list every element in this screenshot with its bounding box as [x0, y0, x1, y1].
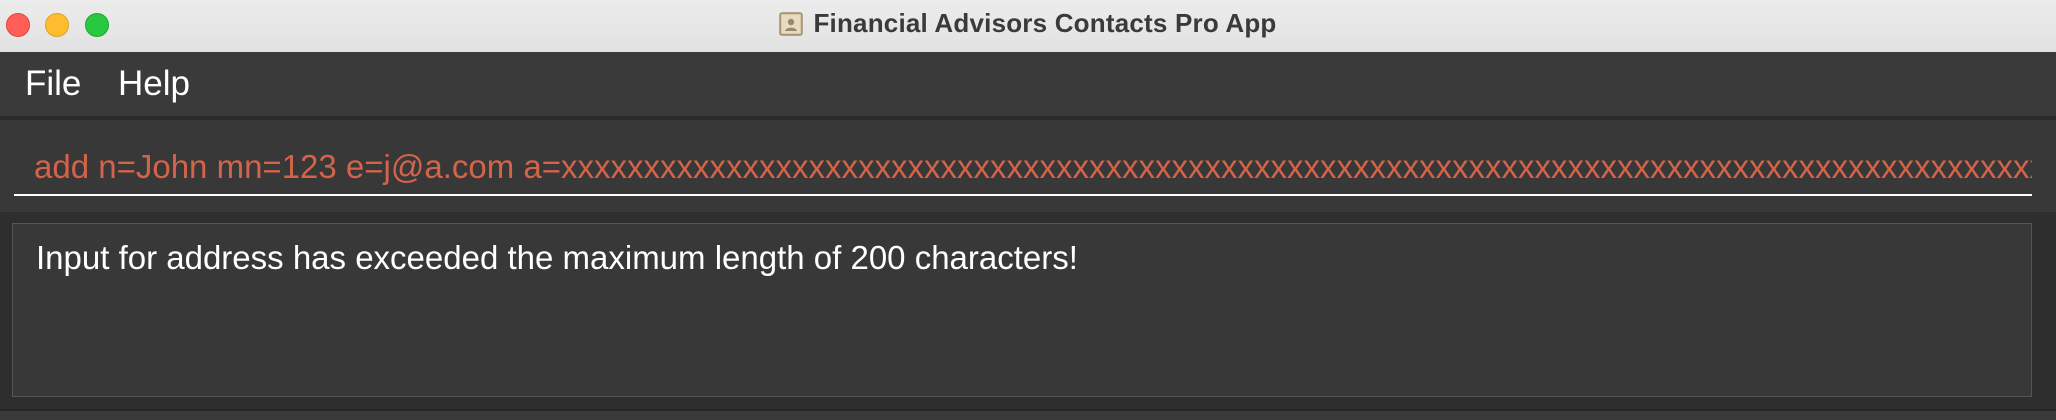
- window-title-group: Financial Advisors Contacts Pro App: [0, 0, 2056, 47]
- result-display: Input for address has exceeded the maxim…: [12, 223, 2032, 397]
- panel-divider: [0, 212, 2056, 222]
- result-message: Input for address has exceeded the maxim…: [36, 239, 1078, 276]
- bottom-panel-edge: [0, 409, 2056, 420]
- command-input[interactable]: [14, 140, 2032, 196]
- address-book-icon: [779, 11, 804, 36]
- menu-help[interactable]: Help: [114, 62, 194, 106]
- title-bar[interactable]: Financial Advisors Contacts Pro App: [0, 0, 2056, 53]
- menu-file[interactable]: File: [21, 62, 85, 106]
- app-window: Financial Advisors Contacts Pro App File…: [0, 0, 2056, 420]
- command-box-panel: [0, 120, 2056, 212]
- window-title: Financial Advisors Contacts Pro App: [813, 8, 1277, 38]
- menu-bar: File Help: [0, 52, 2056, 117]
